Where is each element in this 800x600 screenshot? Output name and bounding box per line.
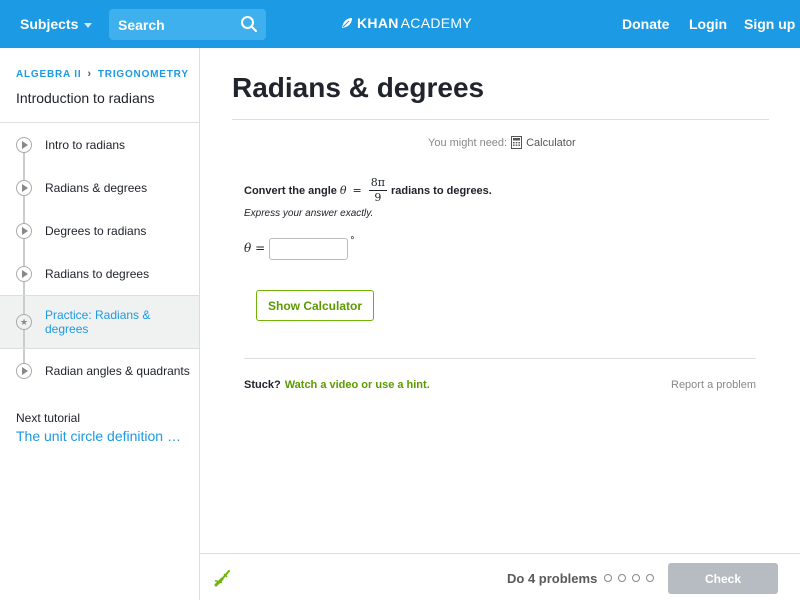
chevron-right-icon: › <box>87 68 92 80</box>
signup-link[interactable]: Sign up <box>744 16 795 32</box>
answer-row: θ = ° <box>244 236 355 260</box>
scratchpad-icon[interactable] <box>213 568 233 588</box>
search-box <box>109 9 266 40</box>
sidebar-item-label: Radian angles & quadrants <box>45 363 190 378</box>
title-divider <box>232 119 769 120</box>
sidebar-item-practice-radians-degrees[interactable]: ★ Practice: Radians & degrees <box>0 295 199 349</box>
answer-theta: θ <box>244 241 252 255</box>
top-navigation-bar: Subjects KHANACADEMY Donate Login Sign u… <box>0 0 800 48</box>
progress-dot <box>632 574 640 582</box>
sidebar-item-label: Radians to degrees <box>45 266 150 281</box>
progress-dot <box>618 574 626 582</box>
caret-down-icon <box>84 22 93 28</box>
angle-fraction: 8π 9 <box>368 176 387 205</box>
subjects-menu-button[interactable]: Subjects <box>20 16 93 32</box>
answer-lhs: θ = <box>244 241 265 255</box>
video-node-icon <box>16 179 32 196</box>
sidebar-item-radians-degrees[interactable]: Radians & degrees <box>0 166 199 209</box>
watch-video-hint-link[interactable]: Watch a video or use a hint. <box>285 379 430 391</box>
next-tutorial-section: Next tutorial The unit circle definition… <box>0 399 199 444</box>
exercise-footer: Do 4 problems Check <box>200 553 800 600</box>
progress-dot <box>646 574 654 582</box>
play-icon <box>22 183 28 192</box>
play-icon <box>22 366 28 375</box>
video-node-icon <box>16 362 32 379</box>
stuck-section: Stuck? Watch a video or use a hint. <box>244 379 430 391</box>
subjects-label: Subjects <box>20 16 79 32</box>
next-tutorial-label: Next tutorial <box>16 411 81 425</box>
tutorial-item-list: Intro to radians Radians & degrees Degre… <box>0 122 199 392</box>
logo-text-bold: KHAN <box>357 15 399 31</box>
breadcrumb-unit[interactable]: TRIGONOMETRY <box>98 69 189 80</box>
progress-dot <box>604 574 612 582</box>
search-icon[interactable] <box>240 15 258 33</box>
next-tutorial-link[interactable]: The unit circle definition of sine, cosi… <box>16 428 188 444</box>
sidebar-item-label: Radians & degrees <box>45 180 148 195</box>
play-icon <box>22 140 28 149</box>
might-need-label: You might need: <box>428 136 508 149</box>
sidebar-item-label: Intro to radians <box>45 137 126 152</box>
theta-symbol: θ <box>339 184 347 197</box>
page-title: Radians & degrees <box>232 72 485 103</box>
video-node-icon <box>16 222 32 239</box>
leaf-logo-icon <box>342 18 352 28</box>
sidebar-item-label: Practice: Radians & degrees <box>45 308 151 336</box>
tutorial-sidebar: ALGEBRA II › TRIGONOMETRY Introduction t… <box>0 48 200 600</box>
logo-text-regular: ACADEMY <box>400 15 472 31</box>
play-icon <box>22 226 28 235</box>
check-answer-button[interactable]: Check <box>668 563 778 594</box>
answer-instruction: Express your answer exactly. <box>244 208 374 219</box>
problem-count-label: Do 4 problems <box>507 571 598 586</box>
degree-symbol: ° <box>350 236 355 246</box>
sidebar-item-radian-angles-quadrants[interactable]: Radian angles & quadrants <box>0 349 199 392</box>
sidebar-item-label: Degrees to radians <box>45 223 147 238</box>
sidebar-item-degrees-to-radians[interactable]: Degrees to radians <box>0 209 199 252</box>
show-calculator-button[interactable]: Show Calculator <box>256 290 374 321</box>
question-text: Convert the angle θ = 8π 9 radians to de… <box>244 176 492 205</box>
problem-progress-dots <box>604 574 654 582</box>
sidebar-item-intro-to-radians[interactable]: Intro to radians <box>0 123 199 166</box>
calculator-icon <box>511 136 523 149</box>
tutorial-title: Introduction to radians <box>16 90 155 106</box>
play-icon <box>22 269 28 278</box>
answer-equals: = <box>255 241 266 255</box>
stuck-divider <box>244 358 756 359</box>
video-node-icon <box>16 265 32 282</box>
report-problem-link[interactable]: Report a problem <box>671 379 756 391</box>
stuck-label: Stuck? <box>244 379 281 391</box>
fraction-numerator: 8π <box>368 176 387 191</box>
practice-node-icon: ★ <box>16 314 32 330</box>
tools-hint: You might need: Calculator <box>428 136 576 149</box>
star-icon: ★ <box>19 316 29 327</box>
answer-input[interactable] <box>269 238 349 260</box>
equals-sign: = <box>352 184 362 197</box>
breadcrumb-course[interactable]: ALGEBRA II <box>16 69 81 80</box>
video-node-icon <box>16 136 32 153</box>
fraction-denominator: 9 <box>374 191 382 204</box>
calculator-label: Calculator <box>526 136 576 149</box>
search-input[interactable] <box>109 9 234 40</box>
breadcrumb: ALGEBRA II › TRIGONOMETRY <box>16 68 189 80</box>
calculator-link[interactable]: Calculator <box>511 136 576 149</box>
question-suffix: radians to degrees. <box>390 184 492 197</box>
question-prefix: Convert the angle <box>244 184 337 197</box>
sidebar-item-radians-to-degrees[interactable]: Radians to degrees <box>0 252 199 295</box>
donate-link[interactable]: Donate <box>622 16 669 32</box>
login-link[interactable]: Login <box>689 16 727 32</box>
khan-academy-logo[interactable]: KHAN ACADEMY <box>341 15 472 31</box>
